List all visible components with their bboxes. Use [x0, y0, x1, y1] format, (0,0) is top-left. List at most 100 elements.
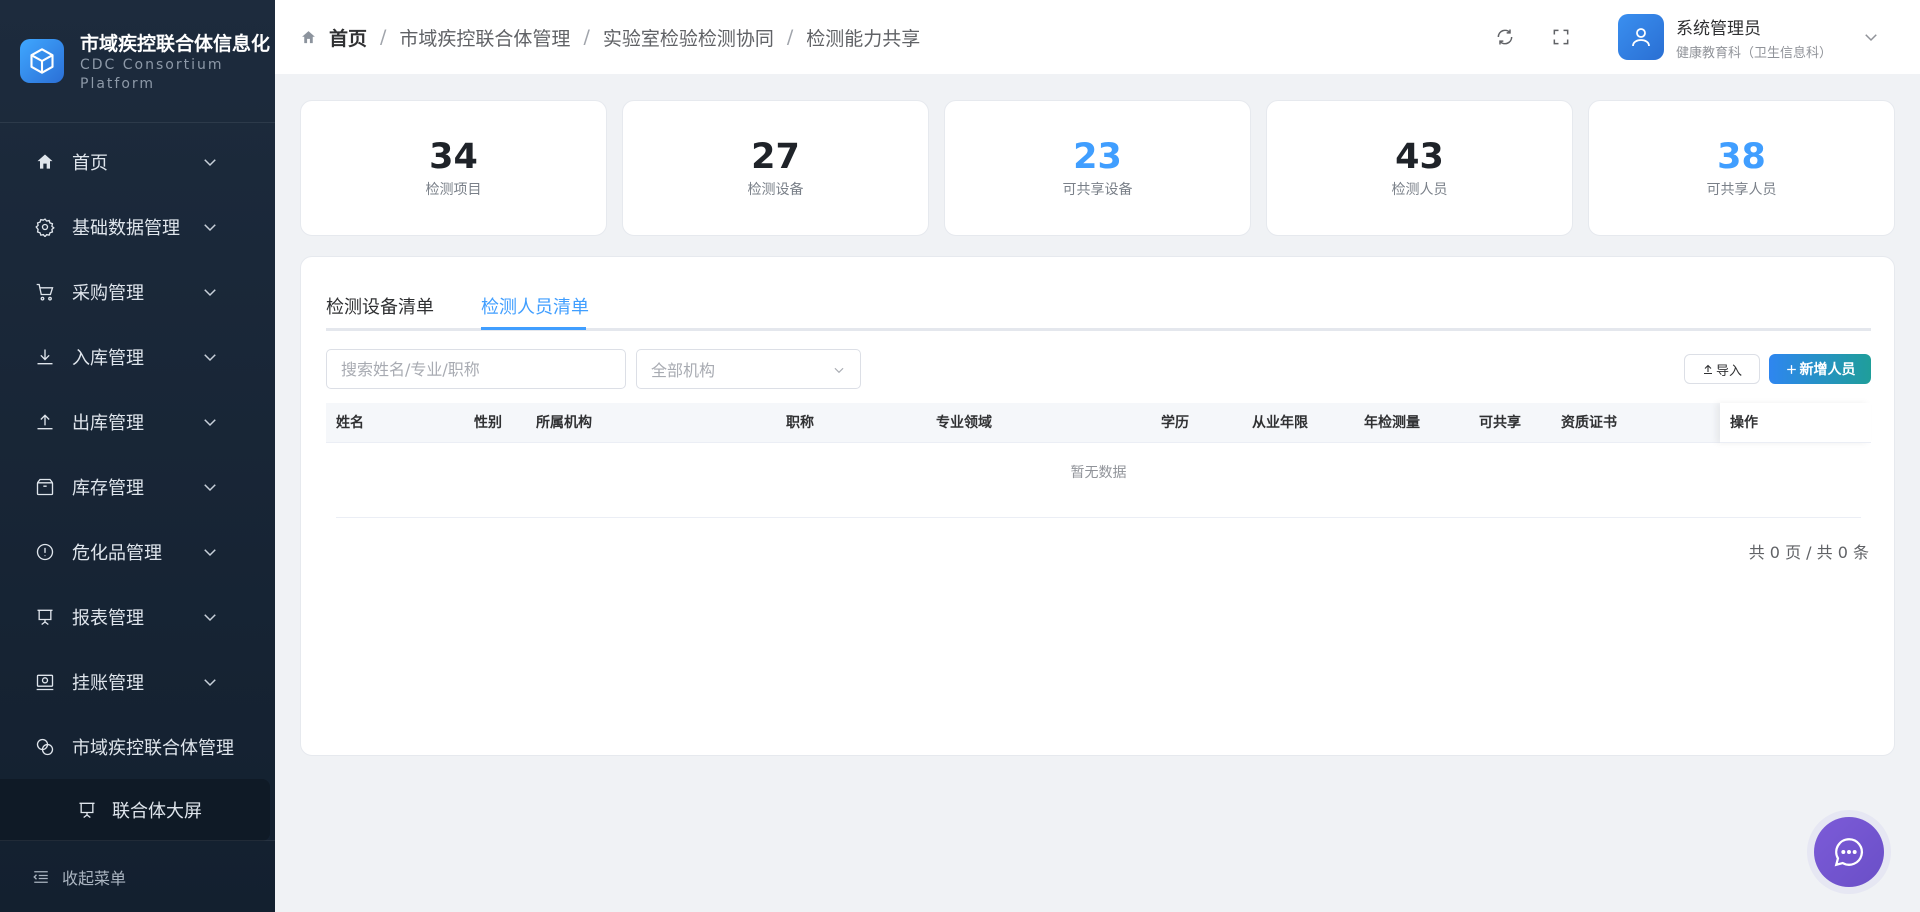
chevron-down-icon: [201, 543, 219, 566]
stat-value: 23: [1073, 137, 1122, 177]
stat-value: 38: [1717, 137, 1766, 177]
import-label: 导入: [1715, 363, 1742, 379]
logo-area: 市域疾控联合体信息化 CDC Consortium Platform: [0, 0, 275, 123]
column-header-actions-cell: 操作: [1720, 403, 1871, 443]
stat-value: 43: [1395, 137, 1444, 177]
sidebar-subitem-big-screen[interactable]: 联合体大屏: [0, 779, 270, 841]
breadcrumb-home[interactable]: 首页: [329, 24, 367, 51]
chat-bubble-icon: [1814, 817, 1884, 887]
empty-state: 暂无数据: [1070, 465, 1127, 481]
home-icon: [300, 29, 317, 46]
sidebar-item-inventory[interactable]: 库存管理: [0, 454, 275, 519]
sidebar-item-hazchem[interactable]: 危化品管理: [0, 519, 275, 584]
header-actions: 系统管理员 健康教育科（卫生信息科）: [1492, 0, 1920, 74]
chevron-down-icon: [201, 673, 219, 696]
column-header-certificate: 资质证书: [1561, 415, 1617, 431]
personnel-list-card: 检测设备清单 检测人员清单 全部机构 导入 新增人员 姓名 性别 所属机构 职称…: [300, 256, 1895, 756]
table-bottom-divider: [336, 517, 1861, 518]
sidebar-item-label: 基础数据管理: [72, 217, 180, 239]
chevron-down-icon: [201, 153, 219, 176]
stat-card-test-personnel: 43 检测人员: [1266, 100, 1573, 236]
link-icon: [34, 736, 56, 758]
sidebar: 市域疾控联合体信息化 CDC Consortium Platform 首页 基础…: [0, 0, 275, 912]
active-tab-indicator: [481, 327, 586, 330]
chevron-down-icon: [201, 608, 219, 631]
sidebar-item-label: 市域疾控联合体管理: [72, 737, 234, 759]
sidebar-item-label: 报表管理: [72, 607, 144, 629]
chevron-down-icon: [201, 283, 219, 306]
column-header-specialty: 专业领域: [936, 415, 992, 431]
plus-icon: [1785, 363, 1798, 376]
stat-label: 检测人员: [1391, 182, 1448, 198]
org-select-value: 全部机构: [651, 361, 716, 380]
sidebar-menu: 首页 基础数据管理 采购管理 入库管理 出库管理 库存管理 危化品管理 报表管理…: [0, 123, 275, 841]
user-name: 系统管理员: [1675, 18, 1761, 39]
home-icon: [34, 151, 56, 173]
upload-icon: [34, 411, 56, 433]
column-header-title: 职称: [786, 415, 814, 431]
presentation-icon: [34, 606, 56, 628]
chevron-down-icon: [201, 348, 219, 371]
org-select[interactable]: 全部机构: [636, 349, 861, 389]
fullscreen-button[interactable]: [1548, 24, 1574, 50]
chevron-down-icon: [201, 413, 219, 436]
box-icon: [34, 476, 56, 498]
breadcrumb-current: 检测能力共享: [806, 27, 921, 50]
column-header-org: 所属机构: [536, 415, 592, 431]
sidebar-item-label: 危化品管理: [72, 542, 162, 564]
refresh-button[interactable]: [1492, 24, 1518, 50]
breadcrumb-item[interactable]: 实验室检验检测协同: [603, 24, 774, 51]
stat-label: 检测项目: [425, 182, 482, 198]
avatar: [1617, 14, 1664, 60]
warning-icon: [34, 541, 56, 563]
column-header-annual-tests: 年检测量: [1364, 415, 1420, 431]
stat-label: 可共享人员: [1706, 182, 1777, 198]
column-header-name: 姓名: [336, 415, 364, 431]
chevron-down-icon: [1862, 28, 1880, 46]
search-input[interactable]: [326, 349, 626, 389]
stat-card-shareable-personnel: 38 可共享人员: [1588, 100, 1895, 236]
sidebar-item-home[interactable]: 首页: [0, 129, 275, 194]
tab-equipment-list[interactable]: 检测设备清单: [326, 293, 434, 319]
user-menu[interactable]: 系统管理员 健康教育科（卫生信息科）: [1617, 14, 1920, 61]
import-button[interactable]: 导入: [1684, 354, 1760, 384]
sidebar-item-consortium[interactable]: 市域疾控联合体管理: [0, 714, 275, 779]
sidebar-item-label: 采购管理: [72, 282, 144, 304]
sidebar-item-label: 入库管理: [72, 347, 144, 369]
app-subtitle-line1: CDC Consortium: [80, 56, 224, 73]
top-header: 首页 / 市域疾控联合体管理 / 实验室检验检测协同 / 检测能力共享 系统管理…: [275, 0, 1920, 74]
sidebar-item-accounts[interactable]: 挂账管理: [0, 649, 275, 714]
add-personnel-label: 新增人员: [1799, 362, 1856, 378]
stat-label: 检测设备: [747, 182, 804, 198]
sidebar-item-inbound[interactable]: 入库管理: [0, 324, 275, 389]
collapse-menu-button[interactable]: 收起菜单: [0, 840, 275, 912]
column-header-gender: 性别: [474, 415, 502, 431]
sidebar-item-basic-data[interactable]: 基础数据管理: [0, 194, 275, 259]
chevron-down-icon: [201, 478, 219, 501]
chat-button[interactable]: [1807, 810, 1891, 894]
chevron-down-icon: [201, 218, 219, 241]
menu-fold-icon: [32, 868, 50, 886]
stat-card-test-equipment: 27 检测设备: [622, 100, 929, 236]
tab-personnel-list[interactable]: 检测人员清单: [481, 293, 589, 319]
breadcrumb: 首页 / 市域疾控联合体管理 / 实验室检验检测协同 / 检测能力共享: [275, 24, 920, 51]
chevron-down-icon: [832, 363, 846, 377]
stat-value: 27: [751, 137, 800, 177]
sidebar-item-label: 出库管理: [72, 412, 144, 434]
pagination-summary: 共 0 页 / 共 0 条: [1748, 543, 1869, 562]
sidebar-item-purchase[interactable]: 采购管理: [0, 259, 275, 324]
gear-icon: [34, 216, 56, 238]
add-personnel-button[interactable]: 新增人员: [1769, 354, 1871, 384]
breadcrumb-item[interactable]: 市域疾控联合体管理: [399, 24, 570, 51]
sidebar-item-outbound[interactable]: 出库管理: [0, 389, 275, 454]
sidebar-item-label: 首页: [72, 152, 108, 174]
stat-value: 34: [429, 137, 478, 177]
sidebar-item-reports[interactable]: 报表管理: [0, 584, 275, 649]
collapse-menu-label: 收起菜单: [62, 868, 127, 888]
column-header-actions: 操作: [1730, 415, 1758, 431]
column-header-education: 学历: [1161, 415, 1189, 431]
stat-label: 可共享设备: [1062, 182, 1133, 198]
app-title: 市域疾控联合体信息化: [80, 32, 271, 55]
cube-logo-icon: [20, 39, 64, 83]
stat-card-test-items: 34 检测项目: [300, 100, 607, 236]
